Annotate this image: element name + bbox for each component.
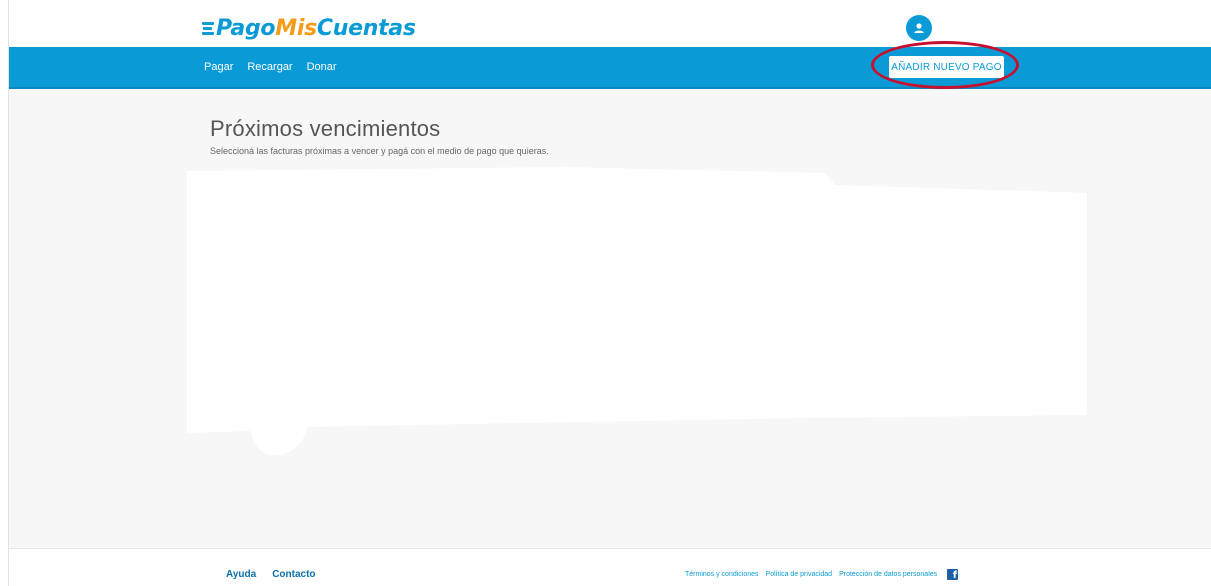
facebook-icon[interactable]: f [947,569,959,581]
logo-text-part1: Pago [216,15,276,41]
page-title: Próximos vencimientos [210,116,441,141]
footer-link-proteccion-datos[interactable]: Protección de datos personales [839,571,937,578]
footer-link-privacidad[interactable]: Política de privacidad [766,571,833,578]
footer-link-contacto[interactable]: Contacto [272,569,315,580]
pagomiscuentas-logo[interactable]: Pago Mis Cuentas [202,15,416,41]
page-footer: Ayuda Contacto Términos y condiciones Po… [9,548,1211,586]
nav-links: Pagar Recargar Donar [204,47,337,87]
top-header: Pago Mis Cuentas [9,0,1211,47]
logo-text-part3: Cuentas [316,15,416,41]
logo-text-part2: Mis [275,15,317,41]
nav-item-pagar[interactable]: Pagar [204,61,233,73]
app-frame: Pago Mis Cuentas Pagar Recargar Donar AÑAD… [8,0,1211,586]
redacted-content-area [187,167,1087,456]
add-new-payment-button[interactable]: AÑADIR NUEVO PAGO [889,56,1004,78]
user-icon [914,23,924,33]
page-subtitle: Seleccioná las facturas próximas a vence… [210,146,549,156]
nav-item-recargar[interactable]: Recargar [247,61,292,73]
footer-primary-links: Ayuda Contacto [226,569,316,580]
nav-item-donar[interactable]: Donar [307,61,337,73]
footer-link-ayuda[interactable]: Ayuda [226,569,256,580]
user-avatar-button[interactable] [906,15,932,41]
footer-legal-links: Términos y condiciones Política de priva… [685,569,959,581]
logo-mark-icon [202,21,214,35]
main-navbar: Pagar Recargar Donar AÑADIR NUEVO PAGO [9,41,1211,89]
footer-link-terminos[interactable]: Términos y condiciones [685,571,759,578]
